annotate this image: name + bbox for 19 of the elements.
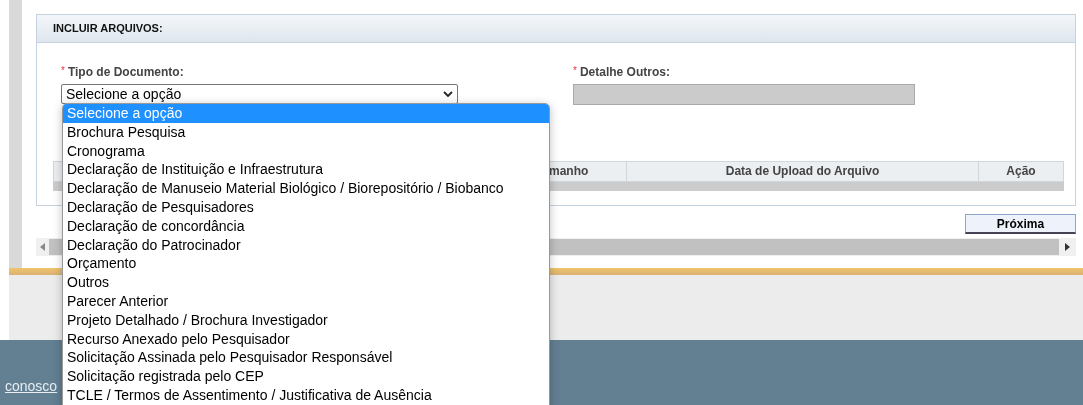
- column-header: Ação: [1005, 163, 1037, 180]
- dropdown-option[interactable]: Solicitação Assinada pelo Pesquisador Responsável: [63, 348, 549, 368]
- dropdown-option[interactable]: Solicitação registrada pelo CEP: [63, 367, 549, 386]
- next-button[interactable]: Próxima: [965, 214, 1076, 234]
- dropdown-option[interactable]: Outros: [63, 273, 549, 292]
- field-label: Tipo de Documento:: [67, 64, 184, 81]
- dropdown-option[interactable]: Declaração de Instituição e Infraestrutura: [63, 160, 549, 180]
- field-label: Detalhe Outros:: [579, 64, 670, 81]
- panel-title: INCLUIR ARQUIVOS:: [53, 21, 163, 37]
- required-mark: *: [61, 64, 65, 78]
- contact-link[interactable]: conosco: [5, 376, 58, 397]
- scroll-left-icon[interactable]: [40, 243, 45, 251]
- dropdown-option[interactable]: Orçamento: [63, 254, 549, 274]
- chevron-down-icon: [443, 90, 453, 98]
- scroll-right-icon[interactable]: [1065, 243, 1070, 251]
- dropdown-option[interactable]: Declaração de Manuseio Material Biológico / Biorepositório / Biobanco: [63, 179, 549, 198]
- required-mark: *: [573, 64, 577, 78]
- column-header: Data de Upload do Arquivo: [627, 162, 979, 181]
- document-type-select[interactable]: Selecione a opção: [61, 84, 458, 104]
